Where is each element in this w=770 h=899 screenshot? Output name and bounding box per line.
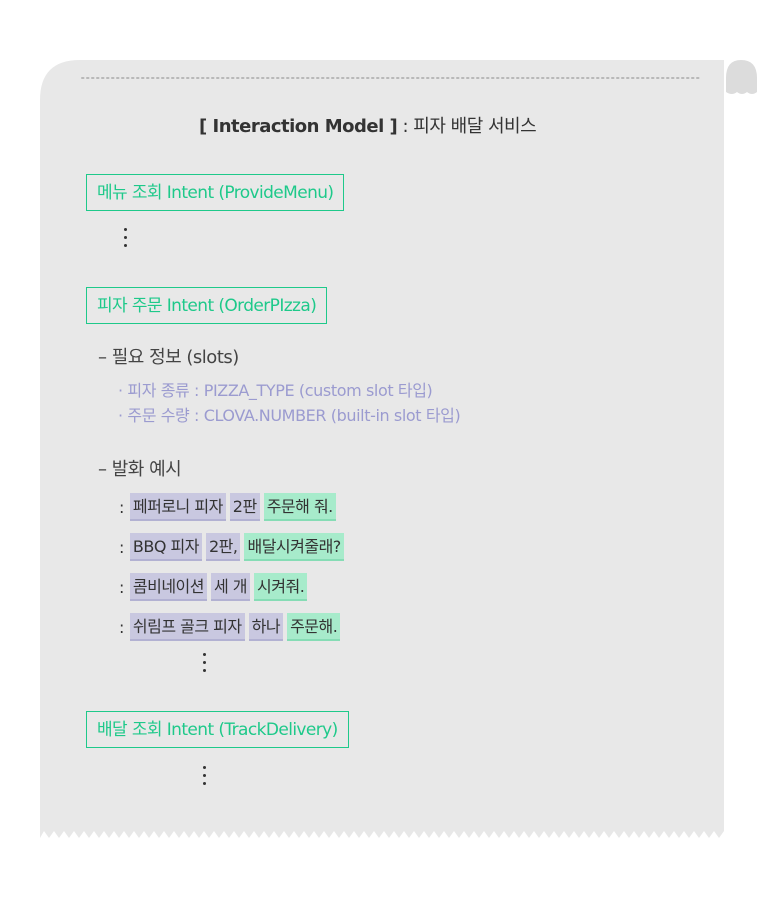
utterance-example: : 페퍼로니 피자 2판 주문해 줘. (119, 492, 336, 522)
utterance-heading: – 발화 예시 (98, 459, 182, 480)
utterance-colon: : (119, 497, 124, 517)
slot-chip: 세 개 (211, 573, 251, 601)
title-separator: : (397, 116, 414, 137)
slot-chip: 2판, (205, 533, 241, 561)
carrier-phrase-chip: 주문해. (287, 613, 341, 641)
slot-chip: 페퍼로니 피자 (129, 493, 226, 521)
carrier-phrase-chip: 시켜줘. (254, 573, 308, 601)
title-model: [ Interaction Model ] (199, 116, 398, 137)
intent-order-pizza: 피자 주문 Intent (OrderPIzza) (86, 287, 328, 324)
utterance-example: : 콤비네이션 세 개 시켜줘. (119, 572, 308, 602)
slot-chip: 쉬림프 골크 피자 (129, 613, 245, 641)
carrier-phrase-chip: 주문해 줘. (263, 493, 336, 521)
utterance-example: : 쉬림프 골크 피자 하나 주문해. (119, 612, 341, 642)
slot-chip: 하나 (248, 613, 284, 641)
utterance-example: : BBQ 피자 2판, 배달시켜줄래? (119, 532, 344, 562)
slot-order-quantity: · 주문 수량 : CLOVA.NUMBER (built-in slot 타입… (118, 406, 461, 425)
carrier-phrase-chip: 배달시켜줄래? (244, 533, 344, 561)
slot-chip: BBQ 피자 (129, 533, 202, 561)
slot-chip: 2판 (229, 493, 260, 521)
title-service: 피자 배달 서비스 (413, 116, 537, 137)
slot-chip: 콤비네이션 (129, 573, 207, 601)
intent-track-delivery: 배달 조회 Intent (TrackDelivery) (86, 711, 349, 748)
scroll-curl (726, 60, 757, 94)
ellipsis-vertical-icon (203, 653, 207, 677)
diagram-title: [ Interaction Model ] : 피자 배달 서비스 (199, 112, 537, 138)
ellipsis-vertical-icon (124, 228, 128, 252)
utterance-colon: : (119, 617, 124, 637)
slots-heading: – 필요 정보 (slots) (98, 347, 239, 368)
intent-provide-menu: 메뉴 조회 Intent (ProvideMenu) (86, 174, 345, 211)
utterance-colon: : (119, 577, 124, 597)
slot-pizza-type: · 피자 종류 : PIZZA_TYPE (custom slot 타입) (118, 381, 433, 400)
utterance-colon: : (119, 537, 124, 557)
ellipsis-vertical-icon (203, 766, 207, 790)
